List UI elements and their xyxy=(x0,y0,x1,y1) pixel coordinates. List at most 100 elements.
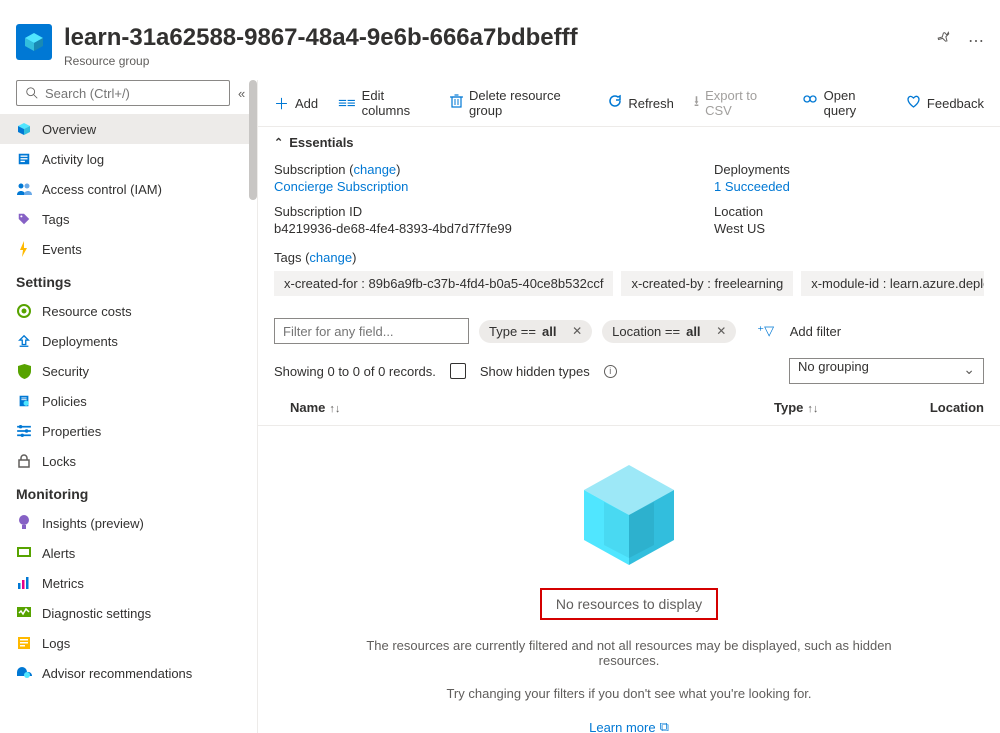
sidebar-section-monitoring: Monitoring xyxy=(0,476,257,508)
essentials-toggle[interactable]: ⌃ Essentials xyxy=(258,126,1000,158)
sidebar-item-locks[interactable]: Locks xyxy=(0,446,257,476)
learn-more-link[interactable]: Learn more ⧉ xyxy=(589,719,669,733)
cube-icon xyxy=(16,121,32,137)
delete-button[interactable]: Delete resource group xyxy=(450,88,588,118)
toolbar-label: Edit columns xyxy=(362,88,430,118)
sidebar-item-metrics[interactable]: Metrics xyxy=(0,568,257,598)
sidebar-item-label: Metrics xyxy=(42,576,84,591)
no-resources-message: No resources to display xyxy=(540,588,718,620)
sidebar-item-label: Policies xyxy=(42,394,87,409)
external-link-icon: ⧉ xyxy=(660,719,669,733)
subscription-id-value: b4219936-de68-4fe4-8393-4bd7d7f7fe99 xyxy=(274,221,674,236)
subscription-label: Subscription (change) xyxy=(274,162,401,177)
sidebar-item-label: Locks xyxy=(42,454,76,469)
sidebar-item-label: Events xyxy=(42,242,82,257)
sidebar-item-advisor[interactable]: Advisor recommendations xyxy=(0,658,257,688)
toolbar-label: Delete resource group xyxy=(469,88,588,118)
sidebar-item-security[interactable]: Security xyxy=(0,356,257,386)
sidebar-item-policies[interactable]: Policies xyxy=(0,386,257,416)
filter-input[interactable] xyxy=(274,318,469,344)
heart-icon xyxy=(906,95,921,112)
feedback-button[interactable]: Feedback xyxy=(906,95,984,112)
sidebar-item-events[interactable]: Events xyxy=(0,234,257,264)
info-icon[interactable]: i xyxy=(604,365,617,378)
toolbar-label: Export to CSV xyxy=(705,88,782,118)
export-csv-button: ⭳Export to CSV xyxy=(694,88,782,118)
collapse-sidebar-icon[interactable]: « xyxy=(238,86,245,101)
subscription-value[interactable]: Concierge Subscription xyxy=(274,179,674,194)
lock-icon xyxy=(16,453,32,469)
tag-chip[interactable]: x-module-id : learn.azure.deploy-az xyxy=(801,271,984,296)
page-title: learn-31a62588-9867-48a4-9e6b-666a7bdbef… xyxy=(64,24,936,52)
trash-icon xyxy=(450,94,463,112)
sidebar-item-alerts[interactable]: Alerts xyxy=(0,538,257,568)
table-header: Name↑↓ Type↑↓ Location xyxy=(258,390,1000,426)
download-icon: ⭳ xyxy=(694,91,699,116)
resource-group-icon xyxy=(16,24,52,60)
toolbar-label: Refresh xyxy=(628,96,674,111)
sidebar-item-label: Alerts xyxy=(42,546,75,561)
columns-icon: ≡≡ xyxy=(338,95,356,112)
sidebar-item-resource-costs[interactable]: Resource costs xyxy=(0,296,257,326)
filter-pill-location[interactable]: Location == all ✕ xyxy=(602,320,736,343)
close-icon[interactable]: ✕ xyxy=(716,324,726,338)
sidebar-item-tags[interactable]: Tags xyxy=(0,204,257,234)
tag-chip[interactable]: x-created-for : 89b6a9fb-c37b-4fd4-b0a5-… xyxy=(274,271,613,296)
cost-icon xyxy=(16,303,32,319)
plus-icon: ＋ xyxy=(274,93,289,114)
change-tags-link[interactable]: change xyxy=(309,250,352,265)
filter-pill-type[interactable]: Type == all ✕ xyxy=(479,320,592,343)
search-input[interactable] xyxy=(16,80,230,106)
close-icon[interactable]: ✕ xyxy=(572,324,582,338)
metrics-icon xyxy=(16,575,32,591)
sidebar-item-properties[interactable]: Properties xyxy=(0,416,257,446)
sidebar-item-label: Logs xyxy=(42,636,70,651)
show-hidden-checkbox[interactable] xyxy=(450,363,466,379)
chevron-up-icon: ⌃ xyxy=(274,136,283,149)
column-name[interactable]: Name↑↓ xyxy=(274,400,774,415)
toolbar: ＋ Add ≡≡ Edit columns Delete resource grou… xyxy=(258,80,1000,126)
sidebar-item-label: Properties xyxy=(42,424,101,439)
open-query-button[interactable]: Open query xyxy=(802,88,886,118)
empty-description-1: The resources are currently filtered and… xyxy=(339,638,919,668)
scrollbar[interactable] xyxy=(249,80,257,200)
add-filter-button[interactable]: ⁺▽ Add filter xyxy=(746,318,852,344)
policy-icon xyxy=(16,393,32,409)
sidebar-item-logs[interactable]: Logs xyxy=(0,628,257,658)
sidebar-item-label: Tags xyxy=(42,212,69,227)
sidebar-item-label: Diagnostic settings xyxy=(42,606,151,621)
sidebar-item-activity-log[interactable]: Activity log xyxy=(0,144,257,174)
sidebar-item-diagnostic[interactable]: Diagnostic settings xyxy=(0,598,257,628)
change-subscription-link[interactable]: change xyxy=(354,162,397,177)
add-filter-icon: ⁺▽ xyxy=(757,323,774,339)
sidebar-item-label: Advisor recommendations xyxy=(42,666,192,681)
query-icon xyxy=(802,94,818,112)
subscription-id-label: Subscription ID xyxy=(274,204,674,219)
deployments-value[interactable]: 1 Succeeded xyxy=(714,179,984,194)
search-field[interactable] xyxy=(45,86,221,101)
page-subtitle: Resource group xyxy=(64,54,936,68)
toolbar-label: Add xyxy=(295,96,318,111)
toolbar-label: Feedback xyxy=(927,96,984,111)
column-location[interactable]: Location xyxy=(914,400,984,415)
empty-state: No resources to display The resources ar… xyxy=(258,426,1000,733)
sidebar-item-access-control[interactable]: Access control (IAM) xyxy=(0,174,257,204)
location-value: West US xyxy=(714,221,984,236)
add-button[interactable]: ＋ Add xyxy=(274,93,318,114)
column-type[interactable]: Type↑↓ xyxy=(774,400,914,415)
main-content: ＋ Add ≡≡ Edit columns Delete resource grou… xyxy=(258,80,1000,733)
show-hidden-label: Show hidden types xyxy=(480,364,590,379)
grouping-select[interactable]: No grouping xyxy=(789,358,984,384)
deployments-label: Deployments xyxy=(714,162,984,177)
advisor-icon xyxy=(16,665,32,681)
more-icon[interactable]: ⋯ xyxy=(968,31,984,51)
edit-columns-button[interactable]: ≡≡ Edit columns xyxy=(338,88,430,118)
sidebar-item-overview[interactable]: Overview xyxy=(0,114,257,144)
sidebar-item-deployments[interactable]: Deployments xyxy=(0,326,257,356)
tag-icon xyxy=(16,211,32,227)
tag-chip[interactable]: x-created-by : freelearning xyxy=(621,271,793,296)
refresh-button[interactable]: Refresh xyxy=(608,94,674,112)
pin-icon[interactable] xyxy=(936,30,952,51)
sidebar-item-insights[interactable]: Insights (preview) xyxy=(0,508,257,538)
tags-label: Tags (change) xyxy=(274,250,356,265)
